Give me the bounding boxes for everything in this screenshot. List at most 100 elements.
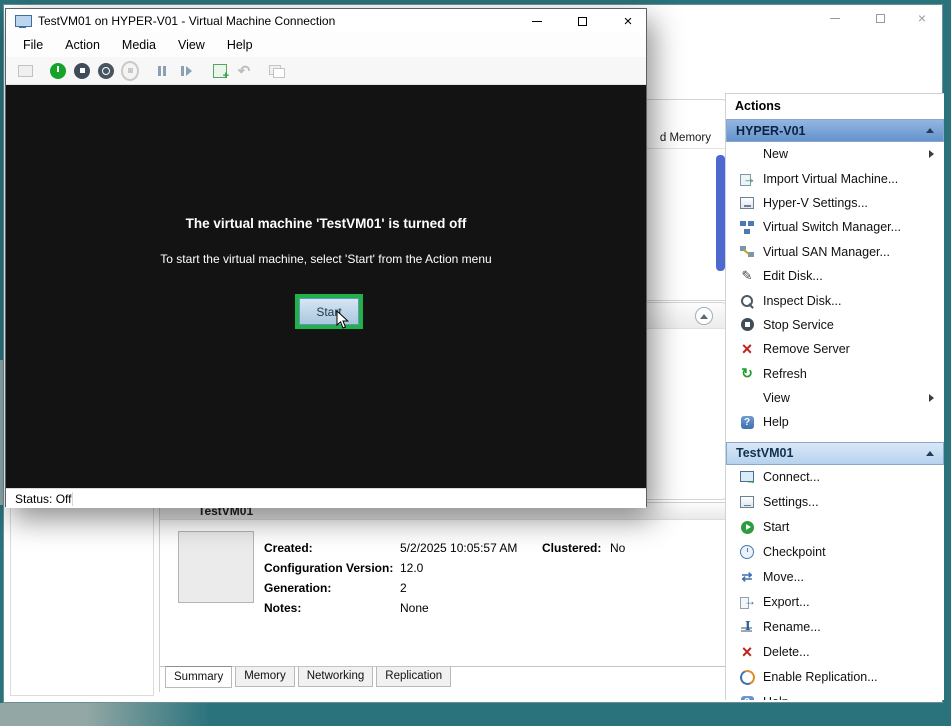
vm-actions-list: Connect... Settings... Start Checkpoint …	[726, 465, 944, 700]
revert-icon[interactable]	[235, 62, 253, 80]
help-icon	[739, 414, 755, 430]
action-item-rename[interactable]: Rename...	[726, 615, 944, 640]
screens-icon[interactable]	[268, 62, 286, 80]
menu-view[interactable]: View	[167, 33, 216, 57]
section-title: TestVM01	[736, 446, 793, 460]
created-value: 5/2/2025 10:05:57 AM	[400, 541, 517, 555]
manager-maximize-button[interactable]	[863, 8, 897, 28]
mouse-cursor-icon	[336, 310, 350, 330]
action-item-inspect-disk[interactable]: Inspect Disk...	[726, 288, 944, 312]
tab-networking[interactable]: Networking	[298, 667, 374, 687]
action-label: Export...	[763, 595, 810, 609]
rename-icon	[739, 619, 755, 635]
action-item-checkpoint[interactable]: Checkpoint	[726, 540, 944, 565]
vm-menu-bar: File Action Media View Help	[6, 33, 646, 57]
vm-status-bar: Status: Off	[6, 488, 646, 508]
vm-connection-window: TestVM01 on HYPER-V01 - Virtual Machine …	[5, 8, 647, 507]
notes-value: None	[400, 601, 429, 615]
action-item-import-virtual-machine[interactable]: Import Virtual Machine...	[726, 166, 944, 190]
vm-window-titlebar[interactable]: TestVM01 on HYPER-V01 - Virtual Machine …	[6, 9, 646, 33]
start-button-highlight: Start	[295, 294, 363, 329]
action-item-help-vm[interactable]: Help	[726, 690, 944, 700]
checkpoint-icon	[739, 544, 755, 560]
clustered-value: No	[610, 541, 625, 555]
pause-icon[interactable]	[154, 62, 172, 80]
action-item-refresh[interactable]: Refresh	[726, 362, 944, 386]
action-label: Enable Replication...	[763, 670, 878, 684]
action-item-stop-service[interactable]: Stop Service	[726, 313, 944, 337]
manager-close-button[interactable]: ×	[905, 8, 939, 28]
tab-summary[interactable]: Summary	[165, 666, 232, 688]
action-label: Virtual SAN Manager...	[763, 245, 890, 259]
tab-memory[interactable]: Memory	[235, 667, 295, 687]
details-tabs: Summary Memory Networking Replication	[160, 666, 727, 692]
vm-close-button[interactable]: ×	[611, 9, 645, 33]
maximize-icon	[876, 14, 885, 23]
status-text: Status: Off	[15, 492, 71, 506]
action-item-virtual-san-manager[interactable]: Virtual SAN Manager...	[726, 240, 944, 264]
action-item-virtual-switch-manager[interactable]: Virtual Switch Manager...	[726, 215, 944, 239]
section-header-testvm01[interactable]: TestVM01	[726, 442, 944, 465]
configuration-version-label: Configuration Version:	[264, 561, 393, 575]
list-scrollbar[interactable]	[716, 155, 725, 271]
action-item-settings[interactable]: Settings...	[726, 490, 944, 515]
action-label: Hyper-V Settings...	[763, 196, 868, 210]
action-label: Import Virtual Machine...	[763, 172, 898, 186]
maximize-icon	[578, 17, 587, 26]
checkpoint-icon[interactable]	[211, 62, 229, 80]
close-icon: ×	[624, 14, 633, 29]
action-label: Rename...	[763, 620, 821, 634]
status-bar-divider	[72, 492, 73, 506]
remove-server-icon	[739, 341, 755, 357]
shut-down-icon[interactable]	[97, 62, 115, 80]
action-item-delete[interactable]: Delete...	[726, 640, 944, 665]
power-on-icon[interactable]	[49, 62, 67, 80]
inspect-disk-icon	[739, 293, 755, 309]
edit-disk-icon	[739, 268, 755, 284]
action-item-enable-replication[interactable]: Enable Replication...	[726, 665, 944, 690]
save-icon[interactable]	[121, 62, 139, 80]
action-item-new[interactable]: New	[726, 142, 944, 166]
action-item-start[interactable]: Start	[726, 515, 944, 540]
stop-service-icon	[739, 317, 755, 333]
actions-pane: Actions HYPER-V01 New Import Virtual Mac…	[725, 93, 944, 700]
menu-media[interactable]: Media	[111, 33, 167, 57]
vm-details-panel: TestVM01 Created: 5/2/2025 10:05:57 AM C…	[159, 502, 728, 692]
submenu-arrow-icon	[929, 394, 934, 402]
step-icon[interactable]	[178, 62, 196, 80]
export-icon	[739, 594, 755, 610]
import-icon	[739, 171, 755, 187]
turn-off-icon[interactable]	[73, 62, 91, 80]
chevron-up-icon	[926, 451, 934, 456]
action-item-export[interactable]: Export...	[726, 590, 944, 615]
tab-replication[interactable]: Replication	[376, 667, 451, 687]
action-label: Inspect Disk...	[763, 294, 842, 308]
help-icon	[739, 694, 755, 700]
section-header-hyper-v01[interactable]: HYPER-V01	[726, 119, 944, 142]
vm-maximize-button[interactable]	[565, 9, 599, 33]
action-item-view[interactable]: View	[726, 386, 944, 410]
vm-minimize-button[interactable]	[520, 9, 554, 33]
start-button[interactable]: Start	[299, 298, 359, 325]
checkpoints-collapse-button[interactable]	[695, 307, 713, 325]
menu-action[interactable]: Action	[54, 33, 111, 57]
vm-off-hint: To start the virtual machine, select 'St…	[6, 252, 646, 266]
action-item-connect[interactable]: Connect...	[726, 465, 944, 490]
blank-icon	[739, 146, 755, 162]
virtual-switch-icon	[739, 219, 755, 235]
menu-file[interactable]: File	[12, 33, 54, 57]
manager-minimize-button[interactable]	[818, 8, 852, 28]
action-item-hyper-v-settings[interactable]: Hyper-V Settings...	[726, 191, 944, 215]
action-item-edit-disk[interactable]: Edit Disk...	[726, 264, 944, 288]
action-label: Remove Server	[763, 342, 850, 356]
submenu-arrow-icon	[929, 150, 934, 158]
action-item-help-server[interactable]: Help	[726, 410, 944, 434]
configuration-version-value: 12.0	[400, 561, 423, 575]
menu-help[interactable]: Help	[216, 33, 264, 57]
desktop-bottom-strip	[0, 703, 951, 726]
hyper-v-settings-icon	[739, 195, 755, 211]
ctrl-alt-del-icon[interactable]	[16, 62, 34, 80]
action-item-remove-server[interactable]: Remove Server	[726, 337, 944, 361]
action-item-move[interactable]: Move...	[726, 565, 944, 590]
action-label: View	[763, 391, 790, 405]
